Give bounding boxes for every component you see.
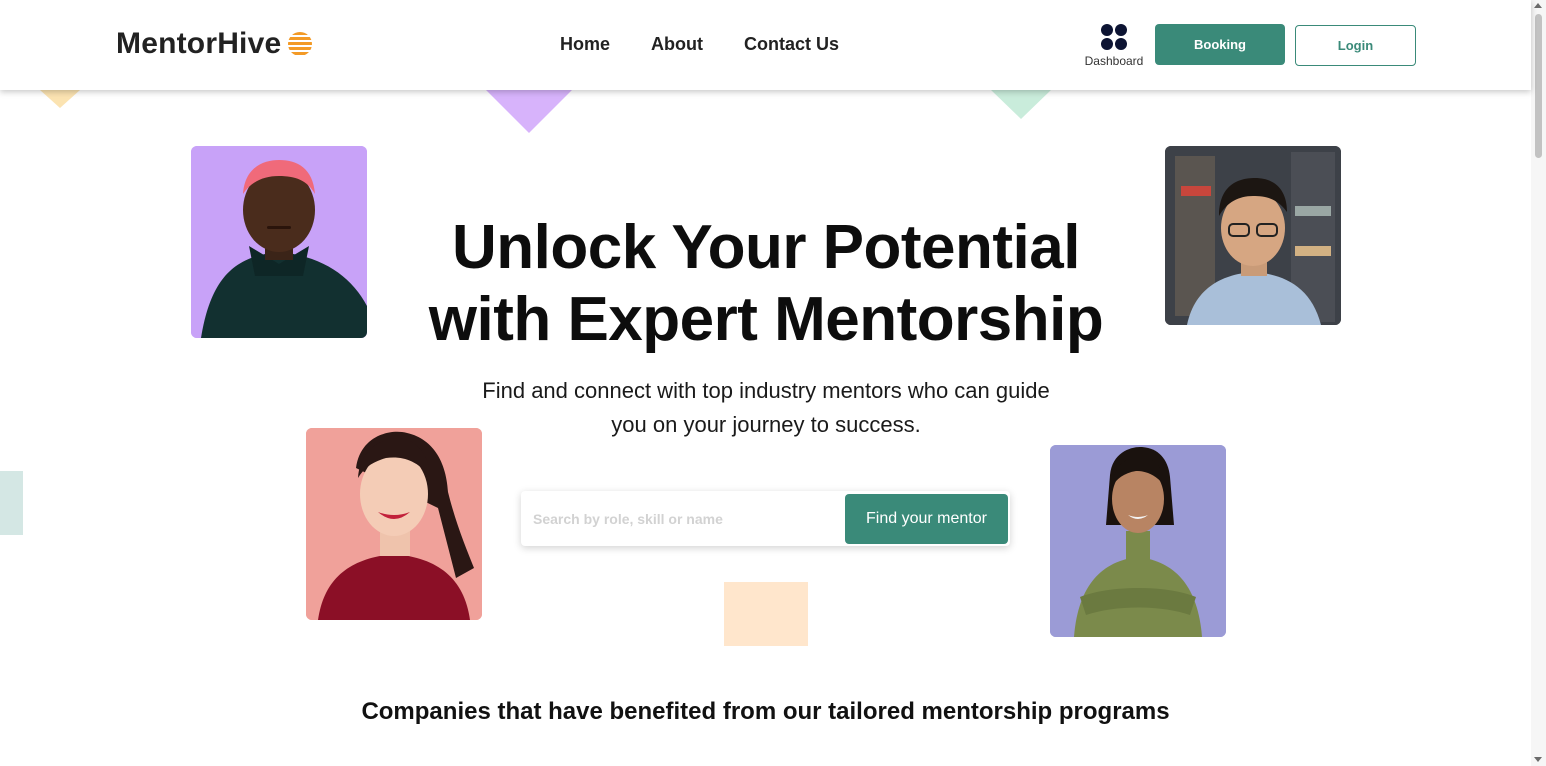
scroll-down-arrow-icon[interactable]: [1534, 757, 1542, 762]
mentor-photo-woman-olive-sweater: [1050, 445, 1226, 637]
yellow-triangle-decoration: [40, 90, 80, 108]
peach-square-decoration: [724, 582, 808, 646]
purple-triangle-decoration: [486, 90, 572, 133]
booking-button[interactable]: Booking: [1155, 24, 1285, 65]
login-button[interactable]: Login: [1295, 25, 1416, 66]
hero-title-line1: Unlock Your Potential: [452, 213, 1080, 282]
dashboard-grid-icon: [1101, 24, 1127, 50]
scrollbar-thumb[interactable]: [1535, 14, 1542, 158]
brand-logo[interactable]: MentorHive: [116, 27, 313, 61]
search-input[interactable]: [521, 491, 841, 546]
nav-contact-link[interactable]: Contact Us: [744, 34, 839, 55]
scroll-up-arrow-icon[interactable]: [1534, 3, 1542, 8]
nav-home-link[interactable]: Home: [560, 34, 610, 55]
dashboard-label: Dashboard: [1084, 54, 1144, 68]
navbar: MentorHive Home About Contact Us Dashboa…: [0, 0, 1531, 90]
mentor-photo-man-glasses: [1165, 146, 1341, 325]
mentor-photo-woman-red-sweater: [306, 428, 482, 620]
teal-square-decoration: [0, 471, 23, 535]
page-scrollbar[interactable]: [1531, 0, 1546, 766]
main-nav: Home About Contact Us: [560, 34, 880, 55]
striped-globe-icon: [288, 32, 313, 55]
find-mentor-button[interactable]: Find your mentor: [845, 494, 1008, 544]
nav-about-link[interactable]: About: [651, 34, 703, 55]
hero-title: Unlock Your Potential with Expert Mentor…: [383, 212, 1149, 356]
hero-subtitle: Find and connect with top industry mento…: [440, 374, 1092, 442]
page: MentorHive Home About Contact Us Dashboa…: [0, 0, 1546, 766]
hero-subtitle-line1: Find and connect with top industry mento…: [482, 378, 1050, 403]
green-triangle-decoration: [991, 90, 1051, 119]
companies-heading: Companies that have benefited from our t…: [361, 698, 1170, 725]
mentor-search-bar: Find your mentor: [521, 491, 1010, 546]
hero-subtitle-line2: you on your journey to success.: [611, 412, 921, 437]
brand-name: MentorHive: [116, 27, 282, 60]
mentor-photo-man-pink-hair: [191, 146, 367, 338]
hero-title-line2: with Expert Mentorship: [428, 285, 1104, 354]
dashboard-button[interactable]: Dashboard: [1080, 24, 1148, 68]
